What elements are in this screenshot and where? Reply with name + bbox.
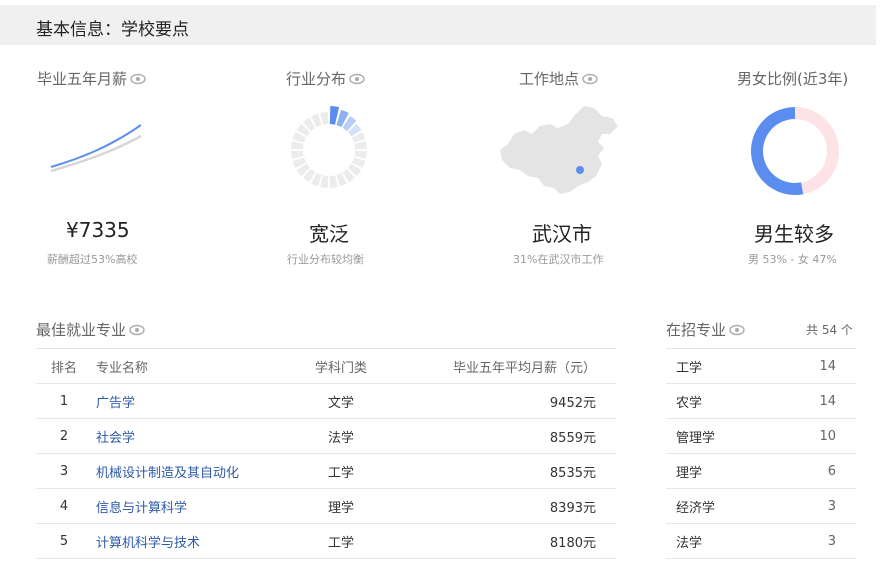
salary-stat-title: 毕业五年月薪: [37, 68, 146, 89]
discipline-count: 3: [774, 488, 856, 524]
salary-trend-shadow-line: [50, 134, 142, 173]
table-row: 5 计算机科学与技术 工学 8180元: [36, 523, 616, 559]
section-title: 基本信息：学校要点: [36, 20, 189, 40]
discipline-name: 工学: [666, 348, 775, 384]
enrolled-majors-label: 在招专业: [666, 321, 727, 339]
enrolled-majors-table: 工学 14 农学 14 管理学 10 理学 6 经济学 3 法学 3: [666, 348, 856, 559]
table-row: 4 信息与计算科学 理学 8393元: [36, 488, 616, 524]
list-item[interactable]: 管理学 10: [666, 418, 856, 454]
category-cell: 工学: [286, 453, 396, 489]
gender-value: 男生较多: [754, 222, 834, 246]
industry-segment: [354, 141, 367, 150]
enrolled-total: 共 54 个: [806, 323, 853, 337]
discipline-count: 6: [774, 453, 856, 489]
table-header-row: 排名 专业名称 学科门类 毕业五年平均月薪（元）: [36, 348, 616, 384]
female-segment: [795, 107, 840, 195]
salary-cell: 8559元: [396, 418, 616, 454]
salary-cell: 8535元: [396, 453, 616, 489]
discipline-count: 14: [774, 383, 856, 419]
col-name: 专业名称: [92, 348, 286, 384]
industry-value: 宽泛: [309, 222, 349, 246]
salary-trend-chart: [50, 124, 142, 173]
salary-stat-label: 毕业五年月薪: [37, 70, 128, 88]
best-majors-table: 排名 专业名称 学科门类 毕业五年平均月薪（元） 1 广告学 文学 9452元 …: [36, 348, 616, 559]
gender-stat-title: 男女比例(近3年): [737, 68, 848, 89]
section-header: 基本信息：学校要点: [0, 5, 876, 45]
gender-stat-label: 男女比例(近3年): [737, 70, 849, 88]
category-cell: 工学: [286, 523, 396, 559]
china-map-icon: [500, 106, 618, 194]
location-sub: 31%在武汉市工作: [513, 253, 604, 266]
category-cell: 理学: [286, 488, 396, 524]
col-category: 学科门类: [286, 348, 396, 384]
industry-segment: [320, 112, 329, 125]
gender-sub: 男 53% - 女 47%: [748, 253, 837, 266]
industry-stat-label: 行业分布: [286, 70, 347, 88]
best-majors-label: 最佳就业专业: [36, 321, 127, 339]
list-item[interactable]: 理学 6: [666, 453, 856, 489]
industry-segment: [291, 141, 304, 150]
best-majors-title: 最佳就业专业: [36, 319, 145, 340]
male-segment: [751, 107, 804, 195]
salary-sub: 薪酬超过53%高校: [47, 253, 138, 266]
industry-segment: [320, 175, 329, 188]
eye-icon[interactable]: [729, 324, 745, 336]
salary-cell: 9452元: [396, 383, 616, 419]
enrolled-majors-title: 在招专业: [666, 319, 745, 340]
major-link[interactable]: 机械设计制造及其自动化: [96, 466, 239, 481]
location-stat-title: 工作地点: [519, 68, 598, 89]
list-item[interactable]: 法学 3: [666, 523, 856, 559]
industry-segment: [291, 150, 304, 159]
china-map-shape: [500, 106, 618, 194]
eye-icon[interactable]: [129, 324, 145, 336]
location-value: 武汉市: [532, 222, 592, 246]
table-row: 2 社会学 法学 8559元: [36, 418, 616, 454]
discipline-name: 农学: [666, 383, 775, 419]
industry-donut-chart: [291, 106, 367, 188]
eye-icon[interactable]: [349, 73, 365, 85]
category-cell: 法学: [286, 418, 396, 454]
table-row: 1 广告学 文学 9452元: [36, 383, 616, 419]
major-link[interactable]: 广告学: [96, 396, 135, 411]
rank-cell: 2: [36, 418, 92, 454]
discipline-name: 法学: [666, 523, 775, 559]
discipline-count: 10: [774, 418, 856, 454]
major-link[interactable]: 信息与计算科学: [96, 501, 187, 516]
category-cell: 文学: [286, 383, 396, 419]
list-item[interactable]: 工学 14: [666, 348, 856, 384]
industry-stat-title: 行业分布: [286, 68, 365, 89]
salary-trend-line: [50, 124, 142, 168]
discipline-name: 经济学: [666, 488, 775, 524]
col-rank: 排名: [36, 348, 92, 384]
salary-cell: 8393元: [396, 488, 616, 524]
rank-cell: 3: [36, 453, 92, 489]
industry-segment: [354, 150, 367, 159]
salary-value: ¥7335: [66, 218, 130, 242]
industry-sub: 行业分布较均衡: [287, 253, 364, 266]
discipline-count: 3: [774, 523, 856, 559]
major-link[interactable]: 计算机科学与技术: [96, 536, 200, 551]
location-marker-icon: [576, 166, 584, 174]
major-link[interactable]: 社会学: [96, 431, 135, 446]
location-stat-label: 工作地点: [519, 70, 580, 88]
eye-icon[interactable]: [130, 73, 146, 85]
list-item[interactable]: 经济学 3: [666, 488, 856, 524]
industry-segment: [329, 175, 338, 188]
gender-donut-chart: [751, 107, 840, 195]
list-item[interactable]: 农学 14: [666, 383, 856, 419]
rank-cell: 1: [36, 383, 92, 419]
eye-icon[interactable]: [582, 73, 598, 85]
col-salary: 毕业五年平均月薪（元）: [396, 348, 616, 384]
discipline-name: 管理学: [666, 418, 775, 454]
discipline-count: 14: [774, 348, 856, 384]
salary-cell: 8180元: [396, 523, 616, 559]
table-row: 3 机械设计制造及其自动化 工学 8535元: [36, 453, 616, 489]
rank-cell: 4: [36, 488, 92, 524]
discipline-name: 理学: [666, 453, 775, 489]
rank-cell: 5: [36, 523, 92, 559]
